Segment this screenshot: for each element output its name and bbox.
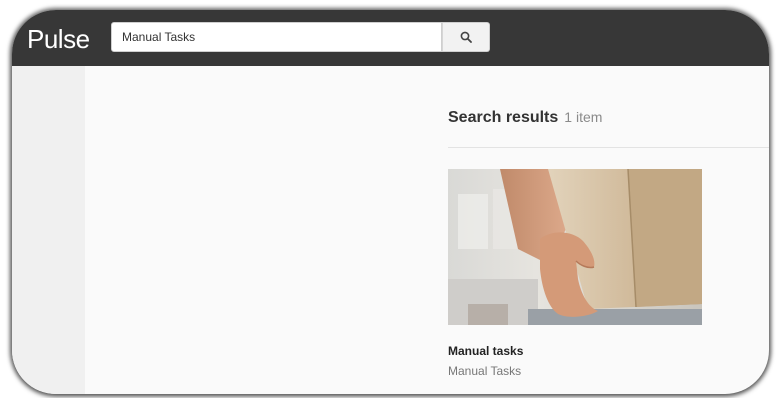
box-photo [448,169,702,325]
top-bar: Pulse [12,10,769,66]
results-title: Search results [448,109,559,126]
app-window: Pulse Search results 1 item [12,10,769,394]
result-card-title[interactable]: Manual tasks [448,344,523,358]
results-heading: Search results 1 item [448,109,602,127]
result-card-image[interactable] [448,169,702,325]
results-count: 1 item [564,109,603,125]
result-card-subtitle: Manual Tasks [448,364,522,378]
brand-logo[interactable]: Pulse [27,24,90,54]
left-sidebar [12,66,85,394]
search-button[interactable] [442,22,490,52]
search-icon [460,31,472,43]
results-divider [448,147,769,148]
search-input[interactable] [111,22,442,52]
